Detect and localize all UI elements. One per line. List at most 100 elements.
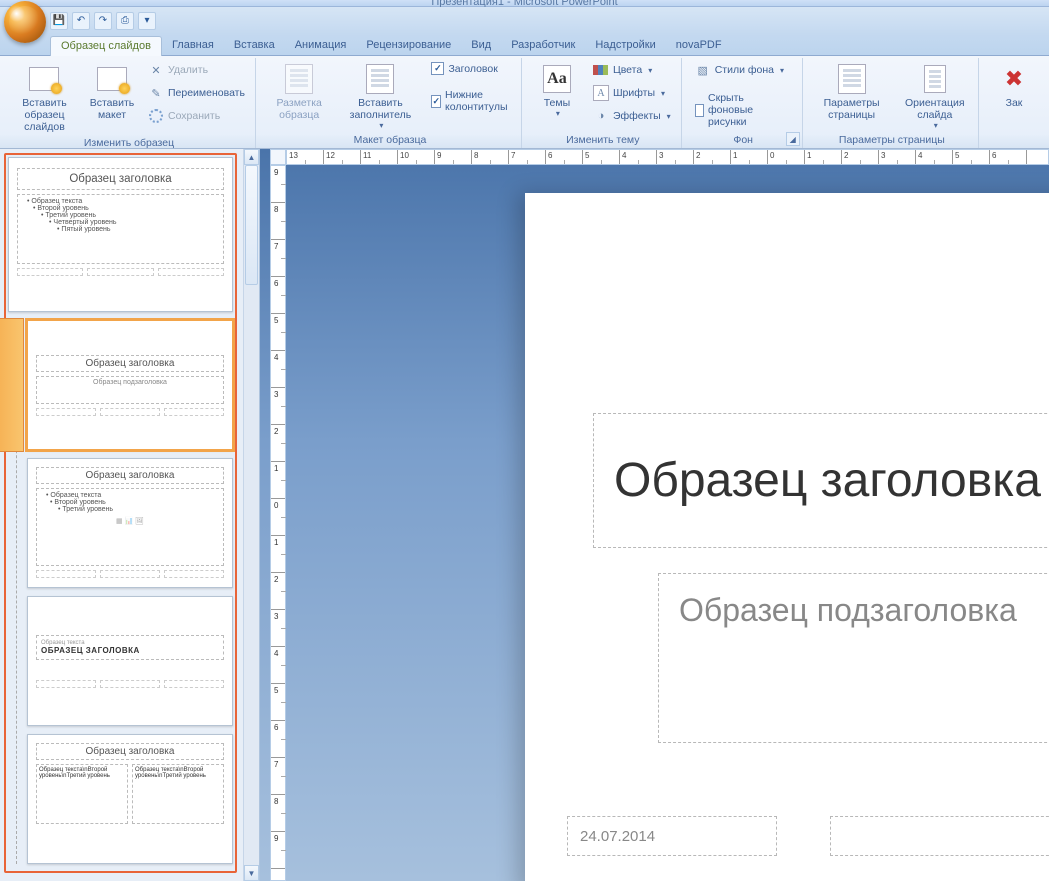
insert-placeholder-button[interactable]: Вставить заполнитель▾ — [339, 60, 421, 133]
delete-button[interactable]: ✕Удалить — [144, 60, 249, 80]
title-checkbox[interactable]: ✓ Заголовок — [427, 60, 514, 77]
rename-button[interactable]: ✎ Переименовать — [144, 83, 249, 103]
insert-layout-button[interactable]: Вставить макет — [86, 60, 138, 124]
group-edit-theme-label: Изменить тему — [531, 133, 675, 148]
effects-icon: ◑ — [593, 108, 609, 124]
thumbnail-layout-section-header[interactable]: Образец текста ОБРАЗЕЦ ЗАГОЛОВКА — [27, 596, 233, 726]
insert-placeholder-icon — [364, 63, 396, 95]
tab-developer[interactable]: Разработчик — [501, 36, 585, 55]
group-edit-master: Вставить образец слайдов Вставить макет … — [3, 58, 256, 148]
thumbnail-master[interactable]: Образец заголовка Образец текста Второй … — [8, 157, 233, 312]
rename-icon: ✎ — [148, 85, 164, 101]
tab-review[interactable]: Рецензирование — [356, 36, 461, 55]
slide-editor: 131211109876543210123456 987654321012345… — [260, 149, 1049, 881]
background-styles-button[interactable]: ▧Стили фона▾ — [691, 60, 796, 80]
insert-slide-master-icon — [28, 63, 60, 95]
horizontal-ruler[interactable]: 131211109876543210123456 — [286, 149, 1049, 165]
thumbnail-layout-title-slide[interactable]: Образец заголовка Образец подзаголовка — [27, 320, 233, 450]
colors-button[interactable]: Цвета▾ — [589, 60, 675, 80]
footers-checkbox[interactable]: ✓ Нижние колонтитулы — [427, 87, 514, 115]
tab-novapdf[interactable]: novaPDF — [666, 36, 732, 55]
tab-view[interactable]: Вид — [461, 36, 501, 55]
chevron-down-icon: ▾ — [556, 109, 560, 118]
scroll-thumb[interactable] — [245, 165, 258, 285]
qat-save-icon[interactable]: 💾 — [50, 12, 68, 30]
close-master-icon: ✖ — [998, 63, 1030, 95]
layout2-title: Образец заголовка — [36, 467, 224, 484]
hide-bg-label: Скрыть фоновые рисунки — [708, 92, 792, 128]
office-button[interactable] — [4, 1, 46, 43]
layout1-footers — [36, 408, 224, 416]
qat-print-icon[interactable]: ⎙ — [116, 12, 134, 30]
group-close: ✖ Зак — [982, 58, 1046, 148]
insert-placeholder-label: Вставить заполнитель — [344, 97, 416, 121]
preserve-label: Сохранить — [168, 110, 220, 122]
scroll-down-arrow-icon[interactable]: ▼ — [244, 865, 259, 881]
tab-animation[interactable]: Анимация — [285, 36, 357, 55]
page-setup-button[interactable]: Параметры страницы — [812, 60, 892, 124]
subtitle-placeholder[interactable]: Образец подзаголовка — [658, 573, 1049, 743]
fonts-button[interactable]: AШрифты▾ — [589, 83, 675, 103]
qat-redo-icon[interactable]: ↷ — [94, 12, 112, 30]
thumbnails-container: Образец заголовка Образец текста Второй … — [0, 149, 243, 881]
master-layout-button[interactable]: Разметка образца — [265, 60, 333, 124]
chevron-down-icon: ▾ — [379, 121, 383, 130]
layout2-body: Образец текста Второй уровень Третий уро… — [36, 488, 224, 566]
title-placeholder[interactable]: Образец заголовка — [593, 413, 1049, 548]
layout4-col1: Образец текста\nВторой уровень\nТретий у… — [36, 764, 128, 824]
themes-button[interactable]: Aa Темы▾ — [531, 60, 583, 121]
footers-checkbox-label: Нижние колонтитулы — [445, 89, 511, 113]
thumbnails-scrollbar[interactable]: ▲ ▼ — [243, 149, 259, 881]
orientation-icon — [919, 63, 951, 95]
thumbnail-layout-two-content[interactable]: Образец заголовка Образец текста\nВторой… — [27, 734, 233, 864]
master-body-l2: Второй уровень — [21, 205, 220, 212]
group-page-setup: Параметры страницы Ориентация слайда▾ Па… — [806, 58, 979, 148]
layout1-subtitle: Образец подзаголовка — [36, 376, 224, 404]
hide-bg-checkbox[interactable]: Скрыть фоновые рисунки — [691, 90, 796, 130]
group-background: ▧Стили фона▾ Скрыть фоновые рисунки Фон … — [685, 58, 803, 148]
title-checkbox-label: Заголовок — [448, 63, 497, 75]
rename-label: Переименовать — [168, 87, 245, 99]
insert-layout-label: Вставить макет — [90, 97, 135, 121]
footer-placeholder[interactable]: Верхний колонтитул — [830, 816, 1049, 856]
qat-undo-icon[interactable]: ↶ — [72, 12, 90, 30]
footers-checkbox-box: ✓ — [431, 95, 441, 108]
insert-slide-master-label: Вставить образец слайдов — [14, 97, 75, 133]
close-master-label: Зак — [1006, 97, 1023, 109]
qat-dropdown-icon[interactable]: ▾ — [138, 12, 156, 30]
tab-insert[interactable]: Вставка — [224, 36, 285, 55]
title-checkbox-box: ✓ — [431, 62, 444, 75]
effects-button[interactable]: ◑Эффекты▾ — [589, 106, 675, 126]
background-dialog-launcher[interactable]: ◢ — [786, 132, 800, 146]
orientation-button[interactable]: Ориентация слайда▾ — [898, 60, 972, 133]
close-master-button[interactable]: ✖ Зак — [988, 60, 1040, 112]
chevron-down-icon: ▾ — [780, 66, 784, 75]
hide-bg-checkbox-box — [695, 104, 704, 117]
quick-access-row: 💾 ↶ ↷ ⎙ ▾ — [0, 7, 1049, 34]
background-styles-label: Стили фона — [715, 64, 774, 76]
group-background-label: Фон — [691, 133, 796, 148]
preserve-button[interactable]: Сохранить — [144, 106, 249, 126]
layout4-col2: Образец текста\nВторой уровень\nТретий у… — [132, 764, 224, 824]
layout2-l3: Третий уровень — [40, 506, 220, 513]
subtitle-placeholder-text: Образец подзаголовка — [679, 592, 1017, 629]
colors-icon — [593, 62, 609, 78]
date-placeholder[interactable]: 24.07.2014 — [567, 816, 777, 856]
tab-addins[interactable]: Надстройки — [585, 36, 665, 55]
ribbon-tabs: Образец слайдов Главная Вставка Анимация… — [0, 34, 1049, 56]
main-area: Образец заголовка Образец текста Второй … — [0, 149, 1049, 881]
selection-highlight — [0, 318, 24, 452]
chevron-down-icon: ▾ — [667, 112, 671, 121]
slide-canvas[interactable]: Образец заголовка Образец подзаголовка 2… — [525, 193, 1049, 881]
tab-slide-master[interactable]: Образец слайдов — [50, 36, 162, 56]
layout2-l1: Образец текста — [40, 492, 220, 499]
title-bar: Презентация1 - Microsoft PowerPoint — [0, 0, 1049, 7]
scroll-up-arrow-icon[interactable]: ▲ — [244, 149, 259, 165]
tab-home[interactable]: Главная — [162, 36, 224, 55]
master-thumb-body: Образец текста Второй уровень Третий уро… — [17, 194, 224, 264]
master-thumb-title: Образец заголовка — [17, 168, 224, 190]
thumbnail-layout-title-content[interactable]: Образец заголовка Образец текста Второй … — [27, 458, 233, 588]
insert-slide-master-button[interactable]: Вставить образец слайдов — [9, 60, 80, 136]
layout3-footers — [36, 680, 224, 688]
vertical-ruler[interactable]: 9876543210123456789 — [270, 165, 286, 881]
